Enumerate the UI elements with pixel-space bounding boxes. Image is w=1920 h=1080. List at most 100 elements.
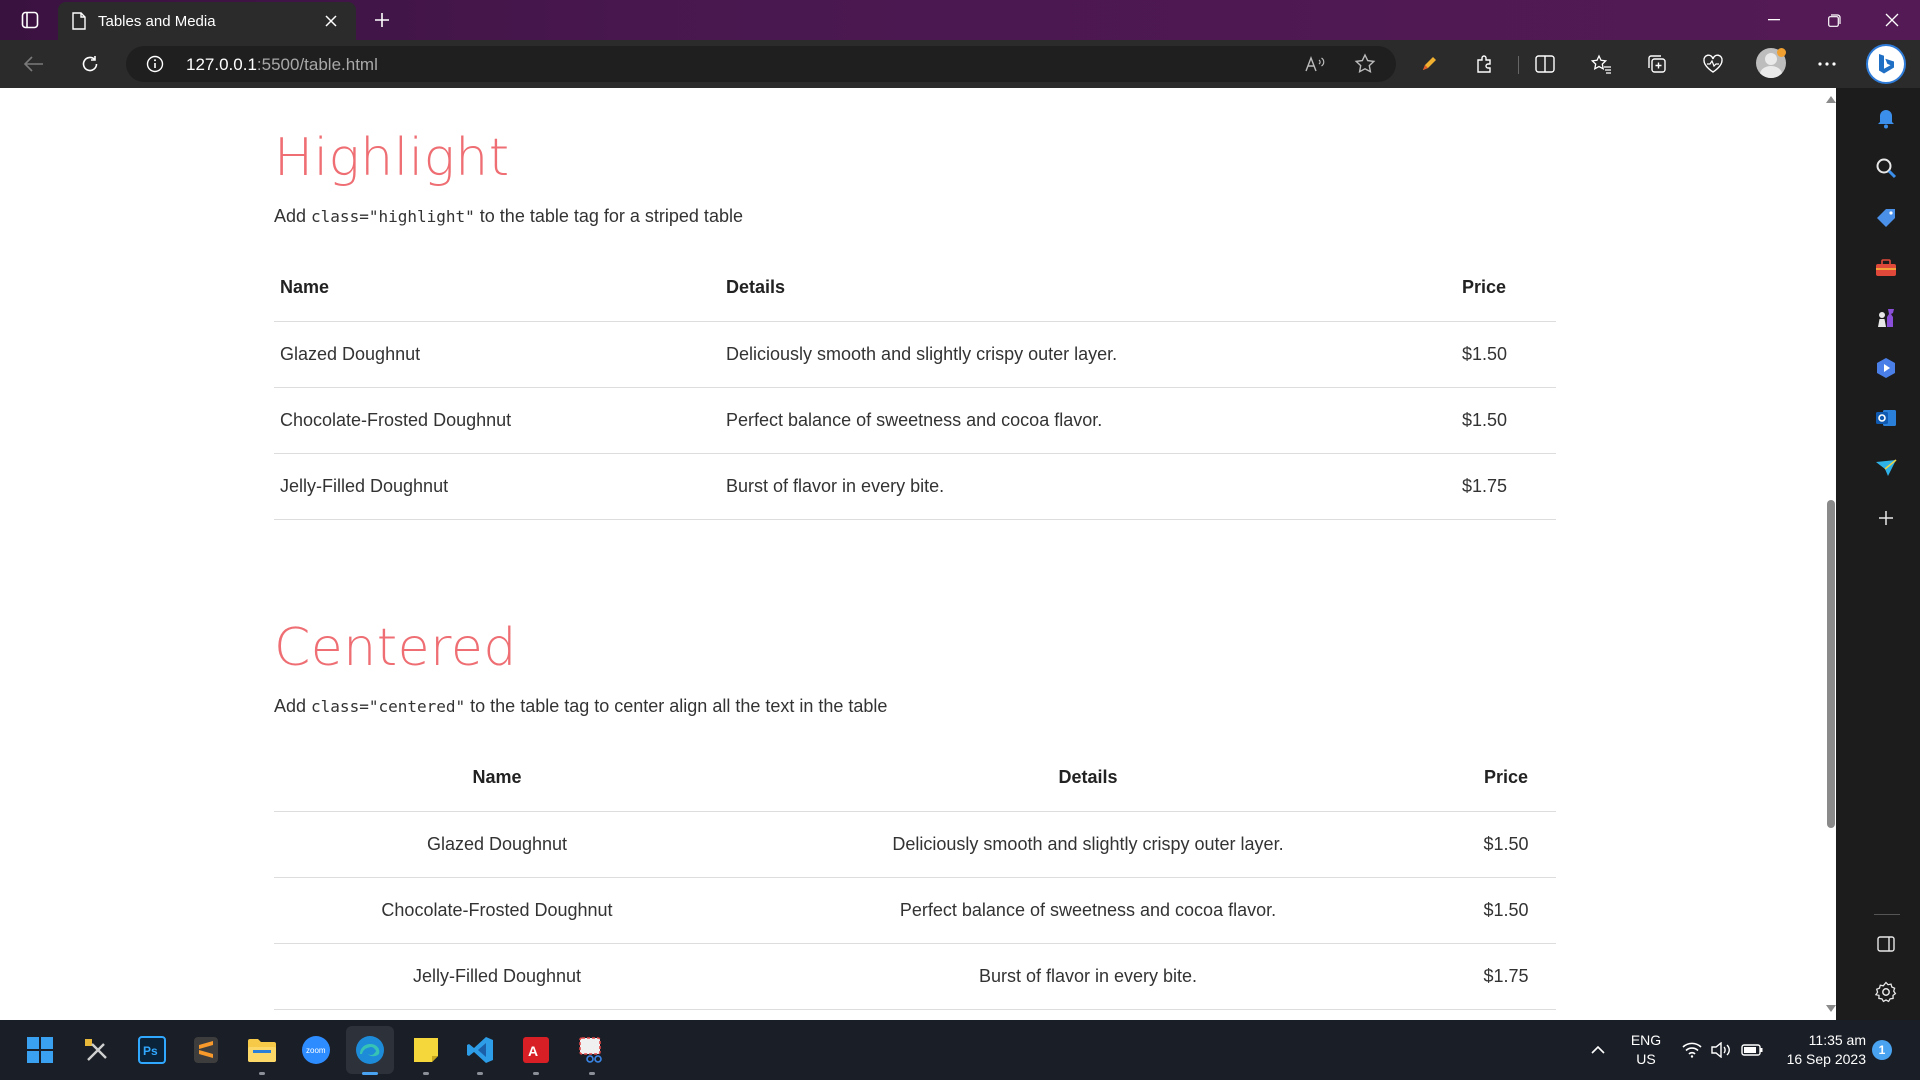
settings-icon[interactable] [1872,978,1900,1006]
table-row: Chocolate-Frosted Doughnut Perfect balan… [274,877,1556,944]
restore-button[interactable] [1806,0,1862,40]
sticky-notes-icon[interactable] [408,1032,444,1068]
table-row: Glazed Doughnut Deliciously smooth and s… [274,321,1556,388]
address-bar[interactable]: 127.0.0.1:5500/table.html [126,46,1396,82]
zoom-icon[interactable]: zoom [298,1032,334,1068]
column-header-price: Price [1456,745,1556,812]
minimize-button[interactable] [1746,0,1802,40]
tab-actions-button[interactable] [10,4,50,36]
collections-button[interactable] [1640,48,1674,80]
send-icon[interactable] [1872,454,1900,482]
column-header-name: Name [274,745,720,812]
description-suffix: to the table tag for a striped table [474,206,743,226]
new-tab-button[interactable] [368,6,396,34]
section-description: Add class="centered" to the table tag to… [274,696,1556,717]
read-aloud-icon [1305,56,1325,72]
edge-icon[interactable] [346,1026,394,1074]
code-snippet: class="highlight" [311,207,475,226]
vertical-scrollbar[interactable] [1826,88,1836,1020]
add-icon[interactable] [1872,504,1900,532]
cell-name: Jelly-Filled Doughnut [274,943,720,1010]
cell-name: Glazed Doughnut [274,811,720,878]
column-header-details: Details [720,255,1456,322]
split-screen-icon [1535,55,1555,73]
restore-icon [1827,13,1841,27]
star-icon [1354,53,1376,74]
tab-close-icon[interactable] [320,10,342,32]
highlight-table: Name Details Price Glazed Doughnut Delic… [274,255,1556,520]
cell-details: Burst of flavor in every bite. [720,943,1456,1010]
chess-icon[interactable] [1872,304,1900,332]
cell-price: $1.75 [1456,943,1556,1010]
section-description: Add class="highlight" to the table tag f… [274,206,1556,227]
bell-icon[interactable] [1872,104,1900,132]
bing-copilot-button[interactable] [1866,44,1906,84]
split-screen-button[interactable] [1528,48,1562,80]
cell-details: Perfect balance of sweetness and cocoa f… [720,387,1456,454]
file-explorer-icon[interactable] [244,1032,280,1068]
cell-price: $1.75 [1456,453,1556,520]
tag-icon[interactable] [1872,204,1900,232]
vscode-icon[interactable] [462,1032,498,1068]
snipping-tool-icon[interactable] [574,1032,610,1068]
close-icon [1885,13,1899,27]
close-window-button[interactable] [1864,0,1920,40]
clock[interactable]: 11:35 am 16 Sep 2023 [1774,1031,1866,1069]
sidebar-panel-icon[interactable] [1872,930,1900,958]
description-prefix: Add [274,696,312,716]
notification-badge[interactable]: 1 [1872,1040,1892,1060]
minimize-icon [1768,19,1780,21]
code-snippet: class="centered" [311,697,466,716]
running-indicator [477,1072,483,1075]
back-arrow-icon [24,56,43,72]
copilot-icon[interactable] [1872,354,1900,382]
pen-extension-button[interactable] [1412,48,1446,80]
clock-time: 11:35 am [1808,1032,1866,1048]
scroll-down-arrow-icon[interactable] [1826,1005,1836,1012]
toolbox-icon[interactable] [1872,254,1900,282]
description-prefix: Add [274,206,312,226]
running-indicator [423,1072,429,1075]
toolbar-divider [1518,56,1519,74]
photoshop-icon[interactable]: Ps [134,1032,170,1068]
description-suffix: to the table tag to center align all the… [465,696,888,716]
read-aloud-button[interactable] [1302,52,1328,76]
battery-icon[interactable] [1734,1032,1770,1068]
browser-tab[interactable]: Tables and Media [58,2,356,40]
column-header-name: Name [274,255,720,322]
page-content[interactable]: Highlight Add class="highlight" to the t… [0,88,1836,1020]
cell-name: Jelly-Filled Doughnut [274,453,720,520]
outlook-icon[interactable] [1872,404,1900,432]
cell-name: Chocolate-Frosted Doughnut [274,387,720,454]
more-menu-button[interactable] [1810,48,1844,80]
site-info-icon[interactable] [146,55,164,78]
svg-text:zoom: zoom [306,1046,326,1055]
acrobat-icon[interactable]: A [518,1032,554,1068]
windows-start-icon[interactable] [22,1032,58,1068]
refresh-button[interactable] [72,48,108,80]
extensions-button[interactable] [1468,48,1502,80]
favorite-star-button[interactable] [1352,52,1378,76]
clock-date: 16 Sep 2023 [1786,1051,1866,1067]
more-dots-icon [1818,62,1836,66]
tray-overflow-chevron-icon[interactable] [1580,1032,1616,1068]
favorites-button[interactable] [1584,48,1618,80]
title-bar: Tables and Media [0,0,1920,40]
sublime-icon[interactable] [188,1032,224,1068]
running-indicator [589,1072,595,1075]
table-header-row: Name Details Price [274,745,1556,812]
tools-icon[interactable] [78,1032,114,1068]
language-indicator[interactable]: ENG US [1626,1031,1666,1069]
back-button[interactable] [16,48,52,80]
cell-name: Chocolate-Frosted Doughnut [274,877,720,944]
table-row: Jelly-Filled Doughnut Burst of flavor in… [274,453,1556,520]
scroll-up-arrow-icon[interactable] [1826,96,1836,103]
search-icon[interactable] [1872,154,1900,182]
region-code: US [1636,1051,1656,1067]
scrollbar-thumb[interactable] [1827,500,1835,828]
active-indicator [362,1072,378,1075]
table-row: Jelly-Filled Doughnut Burst of flavor in… [274,943,1556,1010]
browser-essentials-button[interactable] [1696,48,1730,80]
running-indicator [533,1072,539,1075]
centered-section: Centered Add class="centered" to the tab… [274,618,1556,1010]
